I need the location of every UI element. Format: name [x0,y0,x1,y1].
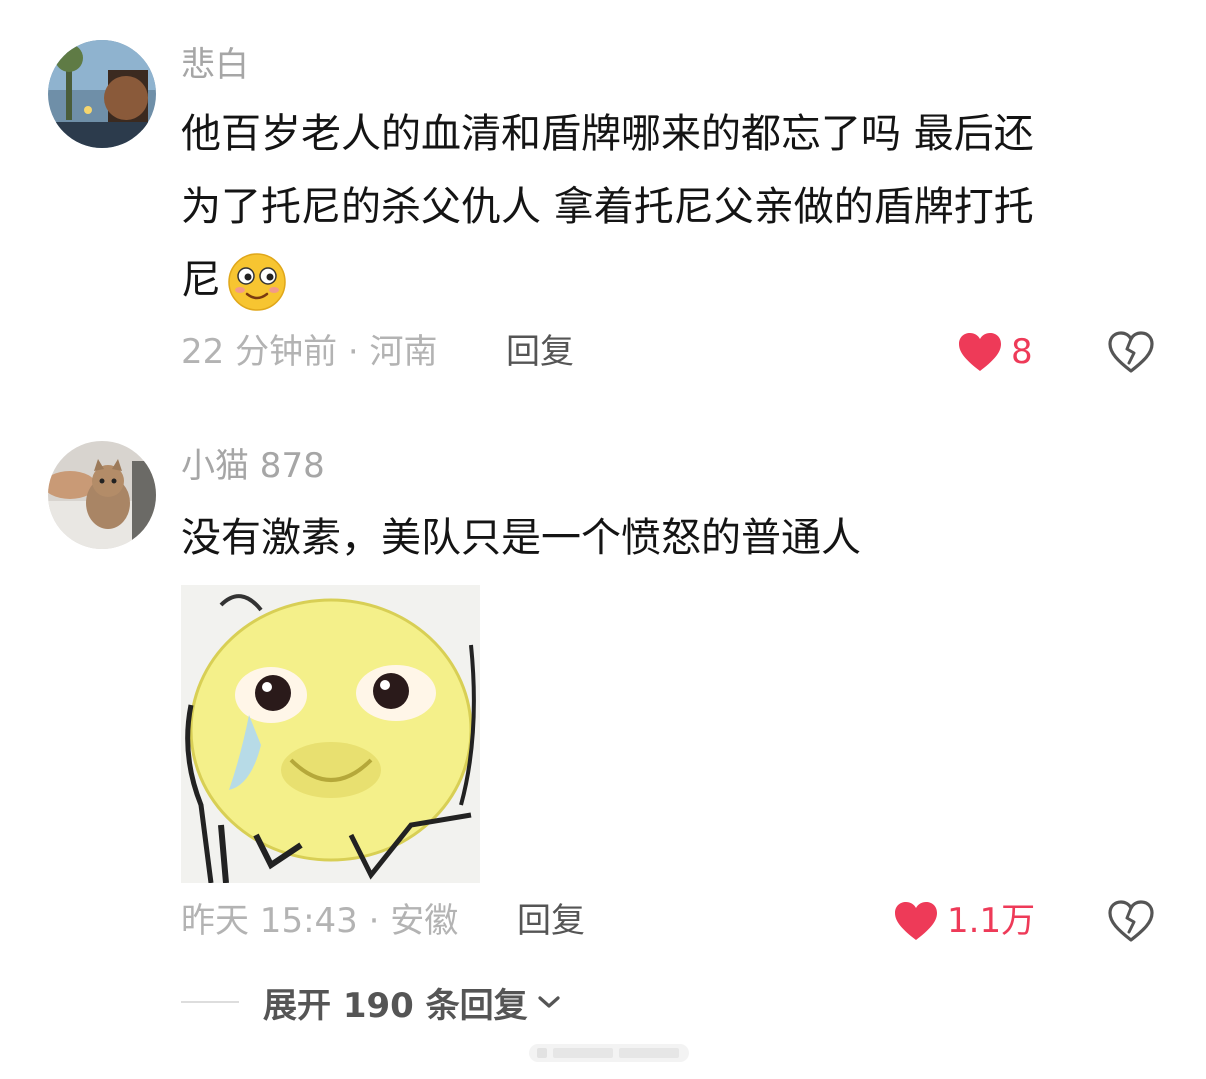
username[interactable]: 悲白 [181,45,249,85]
like-count: 8 [1011,332,1033,372]
avatar[interactable] [48,40,156,148]
reply-button[interactable]: 回复 [506,330,574,374]
like-button[interactable]: 8 [957,330,1033,374]
chevron-down-icon[interactable] [536,993,562,1011]
crying-laughing-sticker-icon [181,585,480,883]
comment-text-last-line: 尼 [181,244,1141,317]
broken-heart-icon [1108,331,1154,373]
comment-text-line: 尼 [181,257,221,303]
divider [181,1001,239,1003]
watermark-icon [529,1044,689,1062]
dislike-button[interactable] [1107,330,1155,378]
expand-replies[interactable]: 展开 190 条回复 [181,978,562,1027]
comment-text: 没有激素，美队只是一个愤怒的普通人 [181,502,1141,575]
dislike-button[interactable] [1107,899,1155,947]
username[interactable]: 小猫 878 [181,446,325,486]
like-button[interactable]: 1.1万 [893,899,1035,943]
sticker-image[interactable] [181,585,480,883]
comment-text-line: 没有激素，美队只是一个愤怒的普通人 [181,515,861,561]
faint-bottom-mark [529,1040,689,1070]
expand-replies-label[interactable]: 展开 190 条回复 [263,978,528,1027]
avatar[interactable] [48,441,156,549]
landscape-avatar-icon [48,40,156,148]
cat-avatar-icon [48,441,156,549]
shy-smile-emoji-icon [228,253,286,311]
comment-text-line: 他百岁老人的血清和盾牌哪来的都忘了吗 最后还 [181,111,1034,157]
heart-filled-icon [895,902,937,940]
comment-meta: 22 分钟前 · 河南 [181,332,438,372]
comment-text-line: 为了托尼的杀父仇人 拿着托尼父亲做的盾牌打托 [181,184,1034,230]
like-count: 1.1万 [947,901,1036,941]
reply-button[interactable]: 回复 [517,899,585,943]
comment-meta: 昨天 15:43 · 安徽 [181,901,459,941]
heart-filled-icon [959,333,1001,371]
comment-text: 他百岁老人的血清和盾牌哪来的都忘了吗 最后还 为了托尼的杀父仇人 拿着托尼父亲做… [181,98,1141,317]
broken-heart-icon [1108,900,1154,942]
